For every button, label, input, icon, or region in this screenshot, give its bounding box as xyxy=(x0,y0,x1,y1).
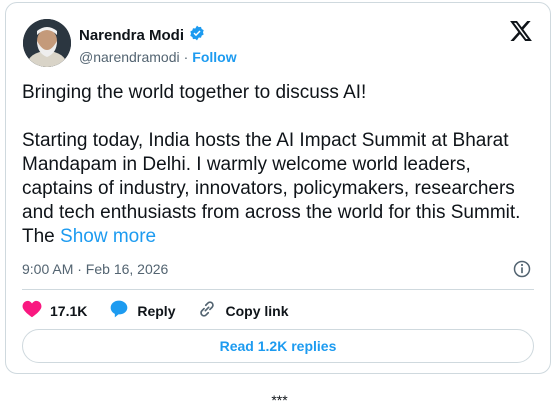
action-bar: 17.1K Reply Copy link xyxy=(22,299,311,322)
like-button[interactable]: 17.1K xyxy=(22,300,87,321)
reply-label: Reply xyxy=(137,302,176,319)
handle-separator: · xyxy=(183,49,189,65)
heart-icon xyxy=(22,300,42,321)
copy-link-button[interactable]: Copy link xyxy=(197,299,289,322)
read-replies-button[interactable]: Read 1.2K replies xyxy=(22,329,534,363)
verified-badge-icon xyxy=(189,25,205,46)
author-handle[interactable]: @narendramodi xyxy=(79,49,180,65)
show-more-link[interactable]: Show more xyxy=(60,226,156,247)
tweet-text: Bringing the world together to discuss A… xyxy=(22,81,534,249)
author-name[interactable]: Narendra Modi xyxy=(79,27,184,44)
x-logo-icon[interactable] xyxy=(510,21,532,46)
copy-link-label: Copy link xyxy=(225,302,289,319)
tweet-body: Bringing the world together to discuss A… xyxy=(22,82,521,247)
link-icon xyxy=(197,299,217,322)
footer-separator: *** xyxy=(271,392,288,408)
avatar[interactable] xyxy=(23,19,71,67)
divider xyxy=(22,289,534,290)
follow-button[interactable]: Follow xyxy=(192,49,236,65)
reply-button[interactable]: Reply xyxy=(109,299,175,322)
tweet-card: Narendra Modi @narendramodi · Follow Bri… xyxy=(5,2,551,374)
tweet-timestamp[interactable]: 9:00 AM · Feb 16, 2026 xyxy=(22,261,168,277)
reply-bubble-icon xyxy=(109,299,129,322)
info-icon[interactable] xyxy=(512,259,532,284)
like-count: 17.1K xyxy=(50,302,88,319)
